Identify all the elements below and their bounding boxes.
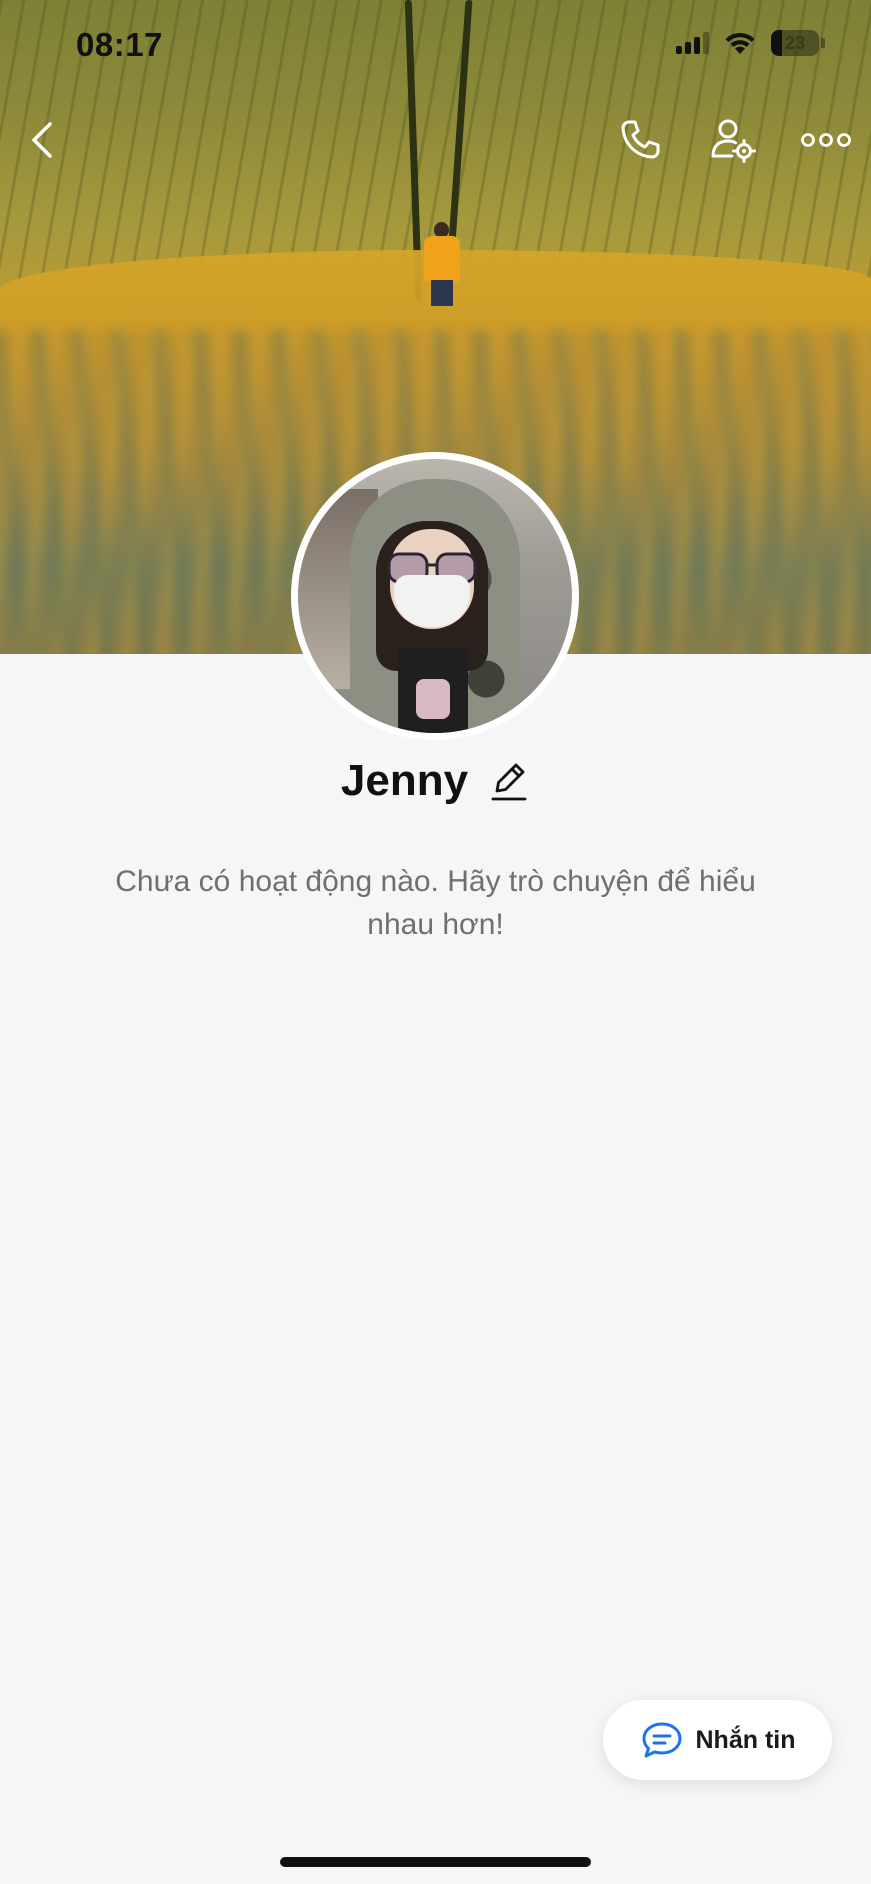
profile-screen: 08:17 23 Jenny Chưa có hoạt động nào. Hã… [0, 0, 871, 1884]
empty-activity-message: Chưa có hoạt động nào. Hãy trò chuyện để… [115, 865, 756, 941]
more-dots-icon [801, 133, 851, 147]
chat-bubble-icon [642, 1722, 681, 1758]
more-options-button[interactable] [798, 112, 854, 168]
photographer-figure [424, 222, 460, 308]
battery-percent: 23 [784, 32, 806, 53]
avatar-photo [298, 459, 572, 733]
call-button[interactable] [612, 112, 668, 168]
battery-fill [771, 30, 783, 56]
message-button-label: Nhắn tin [695, 1725, 796, 1754]
wifi-icon [725, 32, 755, 54]
status-time: 08:17 [76, 26, 163, 63]
name-row: Jenny [0, 756, 871, 806]
battery-icon: 23 [771, 30, 819, 56]
back-button[interactable] [14, 112, 70, 168]
message-button[interactable]: Nhắn tin [603, 1700, 832, 1780]
chevron-left-icon [32, 122, 52, 158]
edit-name-button[interactable] [488, 758, 530, 804]
cellular-signal-icon [676, 32, 709, 54]
home-indicator[interactable] [280, 1857, 591, 1867]
profile-settings-button[interactable] [704, 112, 760, 168]
user-settings-icon [711, 119, 756, 163]
profile-name: Jenny [340, 756, 469, 805]
phone-icon [621, 120, 660, 159]
pencil-icon [491, 763, 527, 801]
status-icons: 23 [676, 30, 825, 56]
avatar[interactable] [291, 452, 579, 740]
